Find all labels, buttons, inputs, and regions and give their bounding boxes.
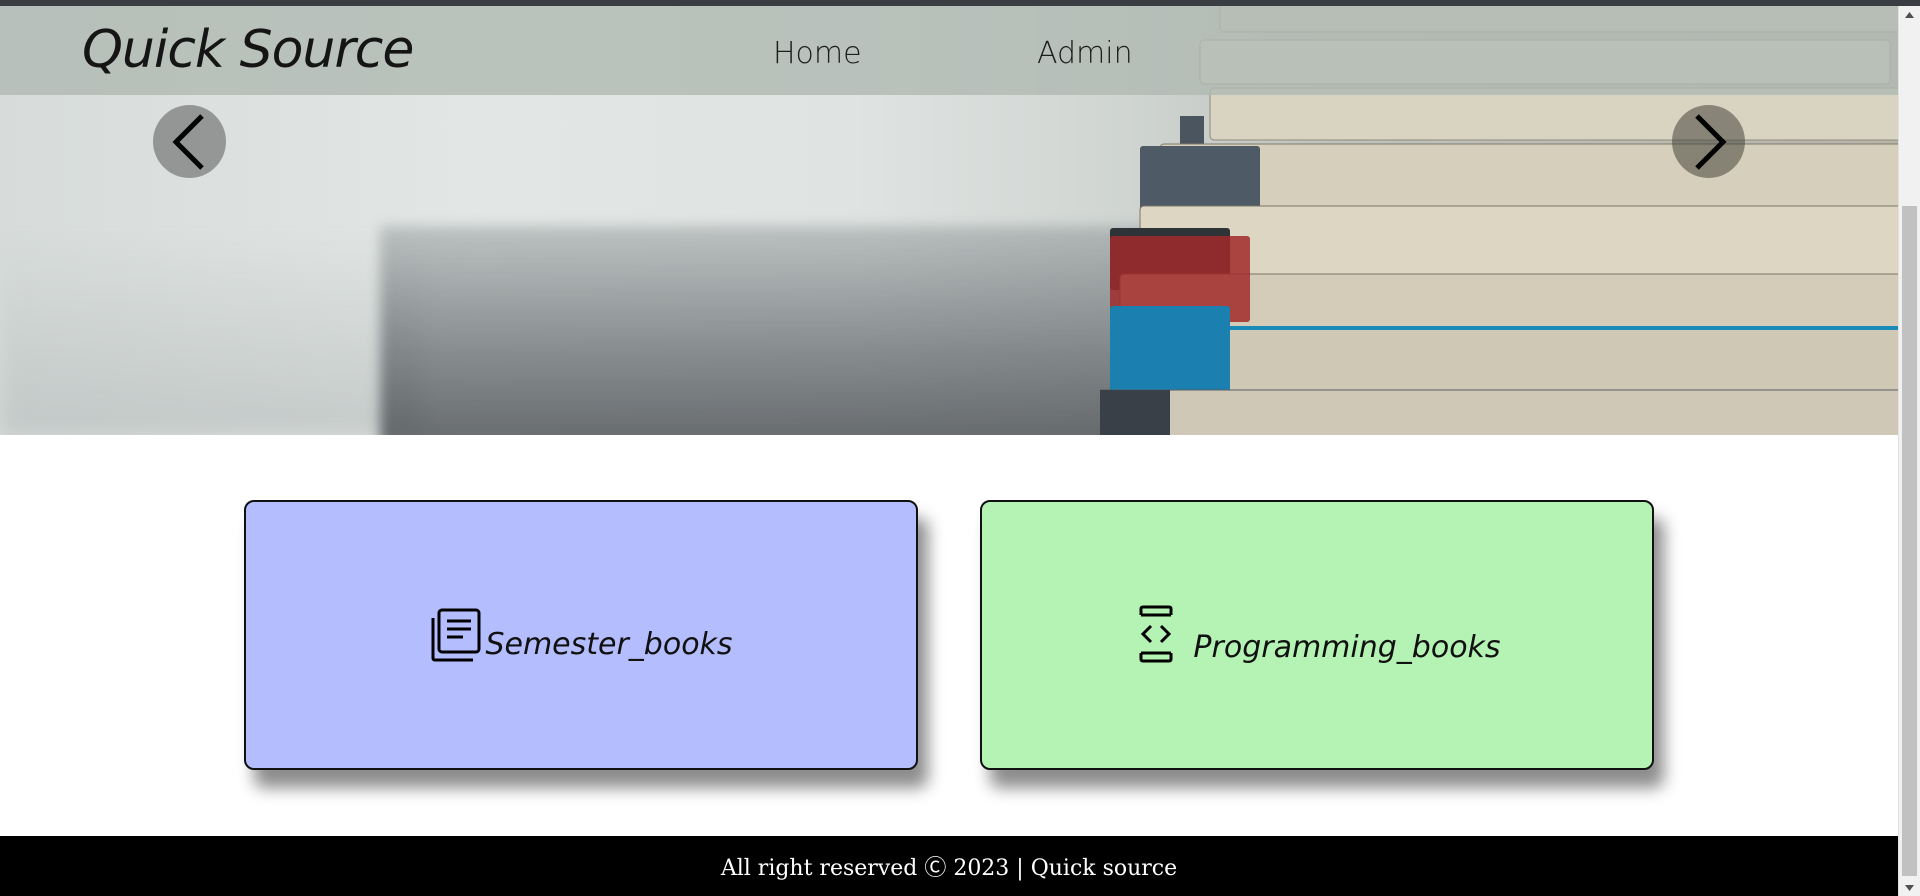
chevron-right-icon: [1694, 113, 1727, 170]
brand-logo[interactable]: Quick Source: [82, 20, 414, 80]
page-content: Quick Source Home Admin Semester_books P…: [0, 6, 1898, 896]
hero-background-blur: [0, 236, 420, 435]
footer-copyright: All right reserved Ⓒ 2023 | Quick source: [720, 856, 1178, 881]
chevron-left-icon: [171, 113, 204, 170]
programming-books-card-content: Programming_books: [1133, 605, 1501, 665]
code-icon: [1139, 605, 1173, 663]
page: Quick Source Home Admin Semester_books P…: [0, 0, 1920, 896]
scroll-up-arrow-icon[interactable]: [1899, 6, 1920, 23]
semester-books-card[interactable]: Semester_books: [244, 500, 918, 770]
carousel-next-button[interactable]: [1672, 105, 1745, 178]
vertical-scrollbar[interactable]: [1898, 6, 1920, 896]
footer: All right reserved Ⓒ 2023 | Quick source: [0, 836, 1898, 896]
nav-link-home[interactable]: Home: [773, 36, 862, 71]
navbar: Quick Source Home Admin: [0, 6, 1898, 95]
newspaper-icon: [431, 608, 481, 662]
carousel-prev-button[interactable]: [153, 105, 226, 178]
nav-link-admin[interactable]: Admin: [1037, 36, 1133, 71]
scroll-down-arrow-icon[interactable]: [1899, 879, 1920, 896]
semester-books-label: Semester_books: [485, 627, 733, 662]
programming-books-card[interactable]: Programming_books: [980, 500, 1654, 770]
hero-carousel: Quick Source Home Admin: [0, 6, 1898, 435]
programming-books-label: Programming_books: [1193, 630, 1501, 665]
semester-books-card-content: Semester_books: [429, 608, 733, 662]
scrollbar-thumb[interactable]: [1902, 206, 1917, 876]
